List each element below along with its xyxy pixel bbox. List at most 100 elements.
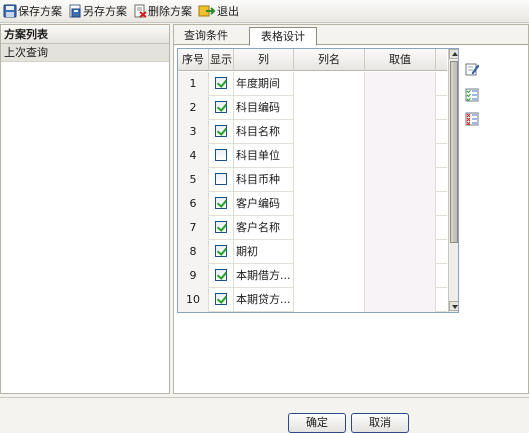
row-seq: 9 (178, 264, 209, 288)
row-seq: 8 (178, 240, 209, 264)
row-column-name[interactable] (294, 96, 365, 120)
table-row[interactable]: 3 科目名称 (178, 120, 447, 144)
exit-label: 退出 (217, 5, 239, 18)
select-all-icon[interactable] (465, 88, 479, 102)
header-column-name: 列名 (294, 49, 365, 71)
delete-scheme-button[interactable]: 删除方案 (133, 2, 192, 21)
tab-bar: 查询条件 表格设计 (174, 25, 528, 46)
show-checkbox[interactable] (215, 77, 227, 89)
row-value[interactable] (365, 288, 436, 312)
header-spacer (436, 49, 447, 71)
table-row[interactable]: 1 年度期间 (178, 72, 447, 96)
row-value[interactable] (365, 96, 436, 120)
row-show-cell (209, 96, 234, 120)
row-value[interactable] (365, 264, 436, 288)
show-checkbox[interactable] (215, 149, 227, 161)
row-column-name[interactable] (294, 168, 365, 192)
table-row[interactable]: 7 客户名称 (178, 216, 447, 240)
show-checkbox[interactable] (215, 269, 227, 281)
row-column: 本期贷方... (234, 288, 294, 312)
cancel-button[interactable]: 取消 (351, 413, 409, 433)
tab-query-conditions[interactable]: 查询条件 (178, 27, 234, 45)
row-show-cell (209, 144, 234, 168)
row-show-cell (209, 288, 234, 312)
row-column: 科目单位 (234, 144, 294, 168)
row-column-name[interactable] (294, 192, 365, 216)
row-column-name[interactable] (294, 240, 365, 264)
row-show-cell (209, 264, 234, 288)
row-show-cell (209, 240, 234, 264)
row-column-name[interactable] (294, 216, 365, 240)
row-seq: 6 (178, 192, 209, 216)
footer-divider (0, 397, 529, 398)
scroll-thumb[interactable] (450, 61, 458, 243)
row-seq: 5 (178, 168, 209, 192)
header-column: 列 (234, 49, 294, 71)
row-column: 本期借方... (234, 264, 294, 288)
table-row[interactable]: 8 期初 (178, 240, 447, 264)
scheme-list-title: 方案列表 (1, 25, 169, 44)
row-value[interactable] (365, 144, 436, 168)
row-show-cell (209, 168, 234, 192)
scroll-up-button[interactable] (449, 49, 458, 59)
vertical-scrollbar[interactable] (448, 49, 458, 312)
row-show-cell (209, 72, 234, 96)
show-checkbox[interactable] (215, 221, 227, 233)
table-row[interactable]: 6 客户编码 (178, 192, 447, 216)
exit-button[interactable]: 退出 (198, 2, 239, 21)
header-show: 显示 (209, 49, 234, 71)
row-column: 客户编码 (234, 192, 294, 216)
row-column-name[interactable] (294, 264, 365, 288)
show-checkbox[interactable] (215, 245, 227, 257)
row-value[interactable] (365, 120, 436, 144)
row-column-name[interactable] (294, 120, 365, 144)
scroll-down-button[interactable] (449, 301, 458, 311)
table-row[interactable]: 9 本期借方... (178, 264, 447, 288)
exit-icon (198, 4, 216, 18)
row-value[interactable] (365, 192, 436, 216)
tab-table-design[interactable]: 表格设计 (249, 27, 317, 46)
header-value: 取值 (365, 49, 436, 71)
save-as-scheme-label: 另存方案 (83, 5, 127, 18)
row-seq: 3 (178, 120, 209, 144)
row-column-name[interactable] (294, 72, 365, 96)
settings-panel: 查询条件 表格设计 序号 显示 列 列名 取值 1 年度期间 2 科目编码 3 科目名称 4… (173, 24, 529, 394)
row-column: 期初 (234, 240, 294, 264)
table-row[interactable]: 5 科目币种 (178, 168, 447, 192)
scheme-list-item[interactable]: 上次查询 (1, 44, 169, 62)
deselect-icon[interactable] (465, 112, 479, 126)
save-scheme-button[interactable]: 保存方案 (3, 2, 62, 21)
row-column-name[interactable] (294, 144, 365, 168)
save-as-scheme-button[interactable]: 另存方案 (68, 2, 127, 21)
row-value[interactable] (365, 240, 436, 264)
ok-button[interactable]: 确定 (288, 413, 346, 433)
show-checkbox[interactable] (215, 125, 227, 137)
save-icon (3, 4, 17, 18)
show-checkbox[interactable] (215, 173, 227, 185)
show-checkbox[interactable] (215, 101, 227, 113)
show-checkbox[interactable] (215, 197, 227, 209)
table-row[interactable]: 4 科目单位 (178, 144, 447, 168)
row-column: 科目币种 (234, 168, 294, 192)
row-column: 年度期间 (234, 72, 294, 96)
delete-icon (133, 4, 147, 18)
row-show-cell (209, 120, 234, 144)
table-row[interactable]: 10 本期贷方... (178, 288, 447, 312)
row-value[interactable] (365, 72, 436, 96)
save-as-icon (68, 4, 82, 18)
row-show-cell (209, 192, 234, 216)
row-value[interactable] (365, 216, 436, 240)
save-scheme-label: 保存方案 (18, 5, 62, 18)
table-row[interactable]: 2 科目编码 (178, 96, 447, 120)
toolbar: 保存方案 另存方案 删除方案 退出 (0, 0, 529, 23)
row-show-cell (209, 216, 234, 240)
column-grid: 序号 显示 列 列名 取值 1 年度期间 2 科目编码 3 科目名称 4 科目单位 5 科目币种 6… (177, 48, 459, 313)
scheme-list-panel: 方案列表 上次查询 (0, 24, 170, 394)
show-checkbox[interactable] (215, 293, 227, 305)
edit-icon[interactable] (465, 62, 480, 76)
row-value[interactable] (365, 168, 436, 192)
row-column-name[interactable] (294, 288, 365, 312)
row-seq: 4 (178, 144, 209, 168)
grid-header: 序号 显示 列 列名 取值 (178, 49, 447, 71)
row-seq: 10 (178, 288, 209, 312)
